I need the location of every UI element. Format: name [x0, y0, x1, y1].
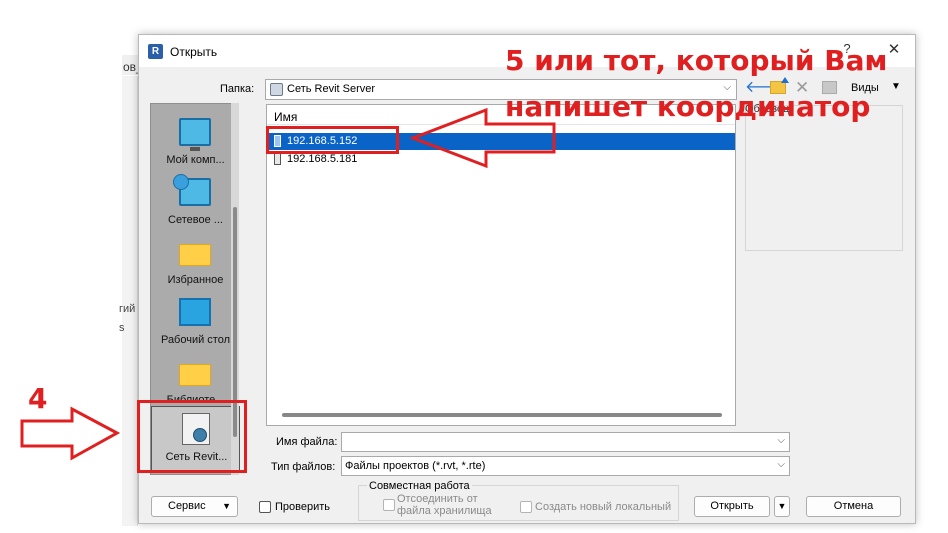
- screen: ов_ гий s R Открыть ? ✕ Папка: Сеть Revi…: [0, 0, 948, 533]
- annotation-step5-line2: напишет координатор: [505, 90, 871, 123]
- annotation-step4: 4: [28, 382, 48, 415]
- arrow-to-revit-server-place: [20, 406, 121, 461]
- annotation-arrows: [20, 107, 556, 461]
- annotation-step5-line1: 5 или тот, который Вам: [505, 44, 888, 77]
